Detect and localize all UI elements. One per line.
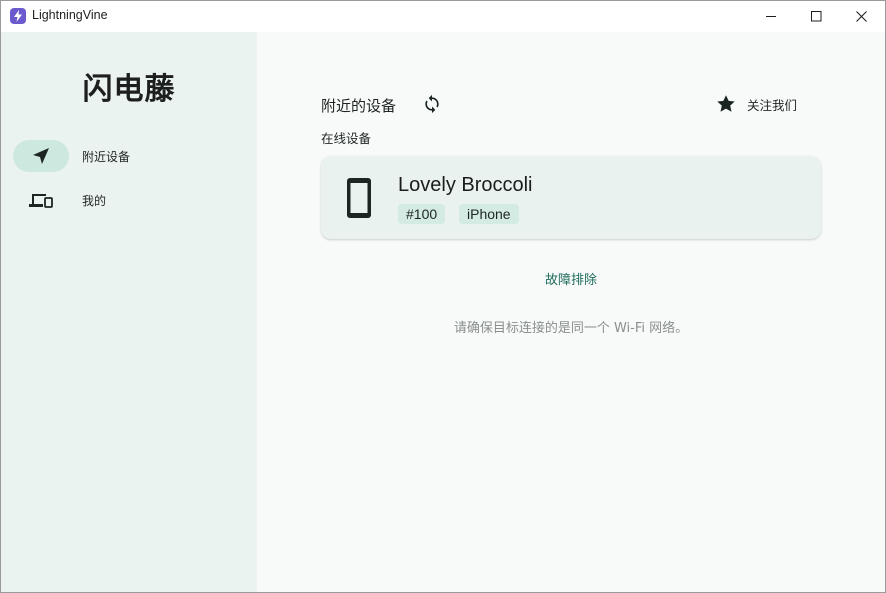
smartphone-icon [347,178,371,218]
sidebar-item-mine[interactable]: 我的 [13,183,243,217]
main-content: 附近的设备 关注我们 在线设备 Lovely Broccoli #100 iPh… [257,32,885,592]
nav-indicator [13,140,69,172]
app-window: LightningVine 闪电藤 附近设备 我的 附近的设备 关注我们 在线设… [0,0,886,593]
close-button[interactable] [839,1,884,32]
device-card[interactable]: Lovely Broccoli #100 iPhone [321,156,821,239]
title-bar[interactable]: LightningVine [1,1,885,32]
sidebar-item-label: 附近设备 [82,149,131,164]
troubleshoot-link[interactable]: 故障排除 [257,269,885,288]
maximize-button[interactable] [794,1,839,32]
device-id-badge: #100 [398,204,446,224]
star-icon [717,95,735,112]
window-title: LightningVine [32,8,108,22]
nav-indicator [13,184,69,216]
device-type-badge: iPhone [459,204,519,224]
follow-us-button[interactable]: 关注我们 [715,92,797,116]
nearby-devices-title: 附近的设备 [321,97,397,115]
follow-us-label: 关注我们 [747,97,798,113]
lightning-app-icon [10,8,26,24]
send-icon [33,148,49,164]
sidebar-item-label: 我的 [82,193,107,208]
refresh-icon [425,94,439,114]
close-icon [856,11,867,22]
minimize-button[interactable] [749,1,794,32]
refresh-button[interactable] [420,92,444,116]
minimize-icon [766,16,776,17]
online-devices-label: 在线设备 [321,131,372,146]
sidebar-item-nearby-devices[interactable]: 附近设备 [13,139,243,173]
brand-title: 闪电藤 [82,72,176,107]
sidebar: 闪电藤 附近设备 我的 [1,32,257,592]
maximize-icon [811,11,822,22]
devices-icon [29,194,53,208]
same-network-hint: 请确保目标连接的是同一个 Wi-Fi 网络。 [453,321,689,336]
device-name: Lovely Broccoli [398,174,533,196]
